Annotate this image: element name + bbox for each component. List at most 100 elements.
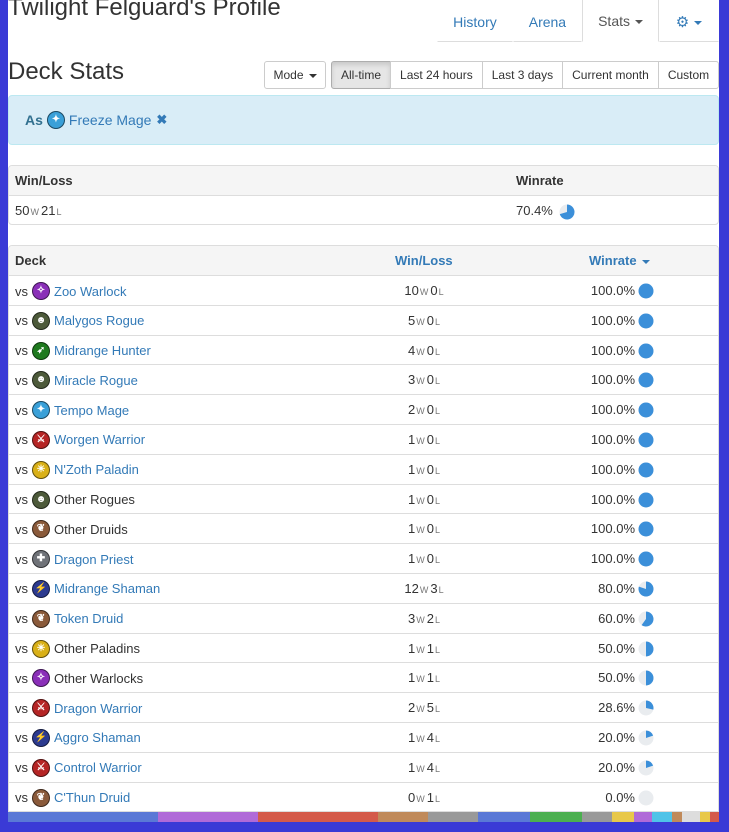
winloss-cell: 1W 1L bbox=[385, 663, 465, 694]
deck-name[interactable]: Malygos Rogue bbox=[54, 313, 144, 328]
deck-name[interactable]: Aggro Shaman bbox=[54, 730, 141, 745]
winloss-cell: 1W 0L bbox=[385, 485, 465, 516]
range-last-3-days-button[interactable]: Last 3 days bbox=[481, 61, 564, 89]
tab-history[interactable]: History bbox=[437, 0, 513, 42]
table-row: vs ☻ Other Rogues 1W 0L 100.0% bbox=[9, 485, 718, 515]
losses: 0 bbox=[426, 461, 434, 477]
pie-slice bbox=[638, 343, 654, 359]
chevron-down-icon bbox=[635, 20, 643, 25]
wins: 10 bbox=[404, 283, 419, 298]
losses: 0 bbox=[426, 342, 434, 358]
losses: 2 bbox=[426, 610, 434, 626]
color-bar-segment bbox=[652, 812, 672, 822]
deck-cell: vs ☻ Other Rogues bbox=[15, 485, 135, 515]
deck-name[interactable]: Midrange Hunter bbox=[54, 343, 151, 358]
l-suffix: L bbox=[434, 435, 440, 446]
table-row: vs ⚡ Aggro Shaman 1W 4L 20.0% bbox=[9, 723, 718, 753]
table-row: vs ☀ N'Zoth Paladin 1W 0L 100.0% bbox=[9, 455, 718, 485]
winloss-cell: 1W 0L bbox=[385, 455, 465, 486]
winrate-cell: 100.0% bbox=[590, 521, 635, 537]
deck-name[interactable]: Zoo Warlock bbox=[54, 284, 126, 299]
winrate-pie-icon bbox=[559, 204, 574, 220]
table-row: vs ⚔ Worgen Warrior 1W 0L 100.0% bbox=[9, 425, 718, 455]
vs-label: vs bbox=[15, 760, 28, 776]
pie-slice bbox=[638, 372, 654, 388]
deck-name[interactable]: C'Thun Druid bbox=[54, 790, 130, 805]
mage-class-icon: ✦ bbox=[32, 401, 50, 420]
wins: 3 bbox=[408, 610, 416, 626]
settings-menu-button[interactable]: ⚙ bbox=[659, 0, 719, 42]
winrate-column-header[interactable]: Winrate bbox=[589, 246, 650, 276]
sort-desc-icon bbox=[641, 259, 650, 264]
wins: 1 bbox=[408, 640, 416, 656]
w-suffix: W bbox=[416, 674, 425, 685]
priest-class-icon: ✚ bbox=[32, 550, 50, 569]
color-bar-segment bbox=[682, 812, 700, 822]
vs-label: vs bbox=[15, 283, 28, 299]
deck-name[interactable]: Dragon Warrior bbox=[54, 701, 142, 716]
paladin-class-icon: ☀ bbox=[32, 639, 50, 658]
l-suffix: L bbox=[434, 644, 440, 655]
deck-name[interactable]: Worgen Warrior bbox=[54, 432, 145, 447]
deck-name[interactable]: Midrange Shaman bbox=[54, 581, 160, 596]
table-row: vs ➶ Midrange Hunter 4W 0L 100.0% bbox=[9, 336, 718, 366]
deck-cell: vs ⚡ Aggro Shaman bbox=[15, 723, 141, 753]
winrate-pie-icon bbox=[638, 372, 654, 388]
table-row: vs ⚔ Dragon Warrior 2W 5L 28.6% bbox=[9, 693, 718, 723]
range-all-time-button[interactable]: All-time bbox=[331, 61, 392, 89]
losses: 3 bbox=[430, 580, 438, 596]
winrate-pie-icon bbox=[638, 670, 654, 686]
time-range-group: All-time Last 24 hours Last 3 days Curre… bbox=[331, 61, 719, 89]
mode-label: Mode bbox=[273, 68, 304, 82]
wins: 1 bbox=[408, 521, 416, 537]
rogue-class-icon: ☻ bbox=[32, 490, 50, 509]
winrate-pie-icon bbox=[638, 581, 654, 597]
winloss-cell: 10W 0L bbox=[385, 276, 465, 307]
deck-name[interactable]: N'Zoth Paladin bbox=[54, 462, 139, 477]
deck-table: Deck Win/Loss Winrate vs ✧ Zoo Warlock 1… bbox=[8, 245, 719, 812]
winrate-cell: 20.0% bbox=[598, 759, 635, 775]
table-row: vs ☻ Malygos Rogue 5W 0L 100.0% bbox=[9, 306, 718, 336]
table-row: vs ⚔ Control Warrior 1W 4L 20.0% bbox=[9, 753, 718, 783]
warrior-class-icon: ⚔ bbox=[32, 430, 50, 449]
winloss-column-header[interactable]: Win/Loss bbox=[395, 246, 453, 276]
wins: 1 bbox=[408, 551, 416, 567]
l-suffix: L bbox=[56, 207, 62, 217]
range-current-month-button[interactable]: Current month bbox=[562, 61, 659, 89]
losses: 0 bbox=[426, 521, 434, 537]
deck-name[interactable]: Tempo Mage bbox=[54, 403, 129, 418]
w-suffix: W bbox=[416, 316, 425, 327]
wins: 3 bbox=[408, 372, 416, 388]
vs-label: vs bbox=[15, 670, 28, 686]
winloss-cell: 1W 0L bbox=[385, 425, 465, 456]
times-icon[interactable]: ✖ bbox=[156, 112, 167, 128]
mode-dropdown-button[interactable]: Mode bbox=[264, 61, 326, 89]
summary-table: Win/Loss Winrate 50W 21L 70.4% bbox=[8, 165, 719, 225]
deck-cell: vs ✧ Zoo Warlock bbox=[15, 276, 126, 306]
deck-name[interactable]: Dragon Priest bbox=[54, 552, 133, 567]
wins: 1 bbox=[408, 729, 416, 745]
w-suffix: W bbox=[419, 287, 429, 297]
deck-name[interactable]: Control Warrior bbox=[54, 760, 142, 775]
deck-name[interactable]: Miracle Rogue bbox=[54, 373, 138, 388]
range-custom-button[interactable]: Custom bbox=[657, 61, 719, 89]
deck-cell: vs ☻ Miracle Rogue bbox=[15, 365, 138, 395]
vs-label: vs bbox=[15, 402, 28, 418]
summary-winloss-header: Win/Loss bbox=[15, 173, 73, 188]
summary-losses: 21 bbox=[40, 203, 56, 218]
filter-deck-name[interactable]: Freeze Mage bbox=[69, 112, 151, 128]
deck-stats-title: Deck Stats bbox=[8, 58, 125, 85]
winrate-pie-icon bbox=[638, 551, 654, 567]
winloss-cell: 1W 4L bbox=[385, 753, 465, 784]
wins: 1 bbox=[408, 461, 416, 477]
tab-stats[interactable]: Stats bbox=[582, 0, 659, 42]
vs-label: vs bbox=[15, 611, 28, 627]
deck-name[interactable]: Token Druid bbox=[54, 611, 123, 626]
winrate-pie-icon bbox=[638, 462, 654, 478]
winrate-cell: 100.0% bbox=[590, 342, 635, 358]
tab-arena[interactable]: Arena bbox=[512, 0, 583, 42]
rogue-class-icon: ☻ bbox=[32, 371, 50, 390]
l-suffix: L bbox=[434, 525, 440, 536]
range-last-24-hours-button[interactable]: Last 24 hours bbox=[390, 61, 483, 89]
losses: 4 bbox=[426, 759, 434, 775]
